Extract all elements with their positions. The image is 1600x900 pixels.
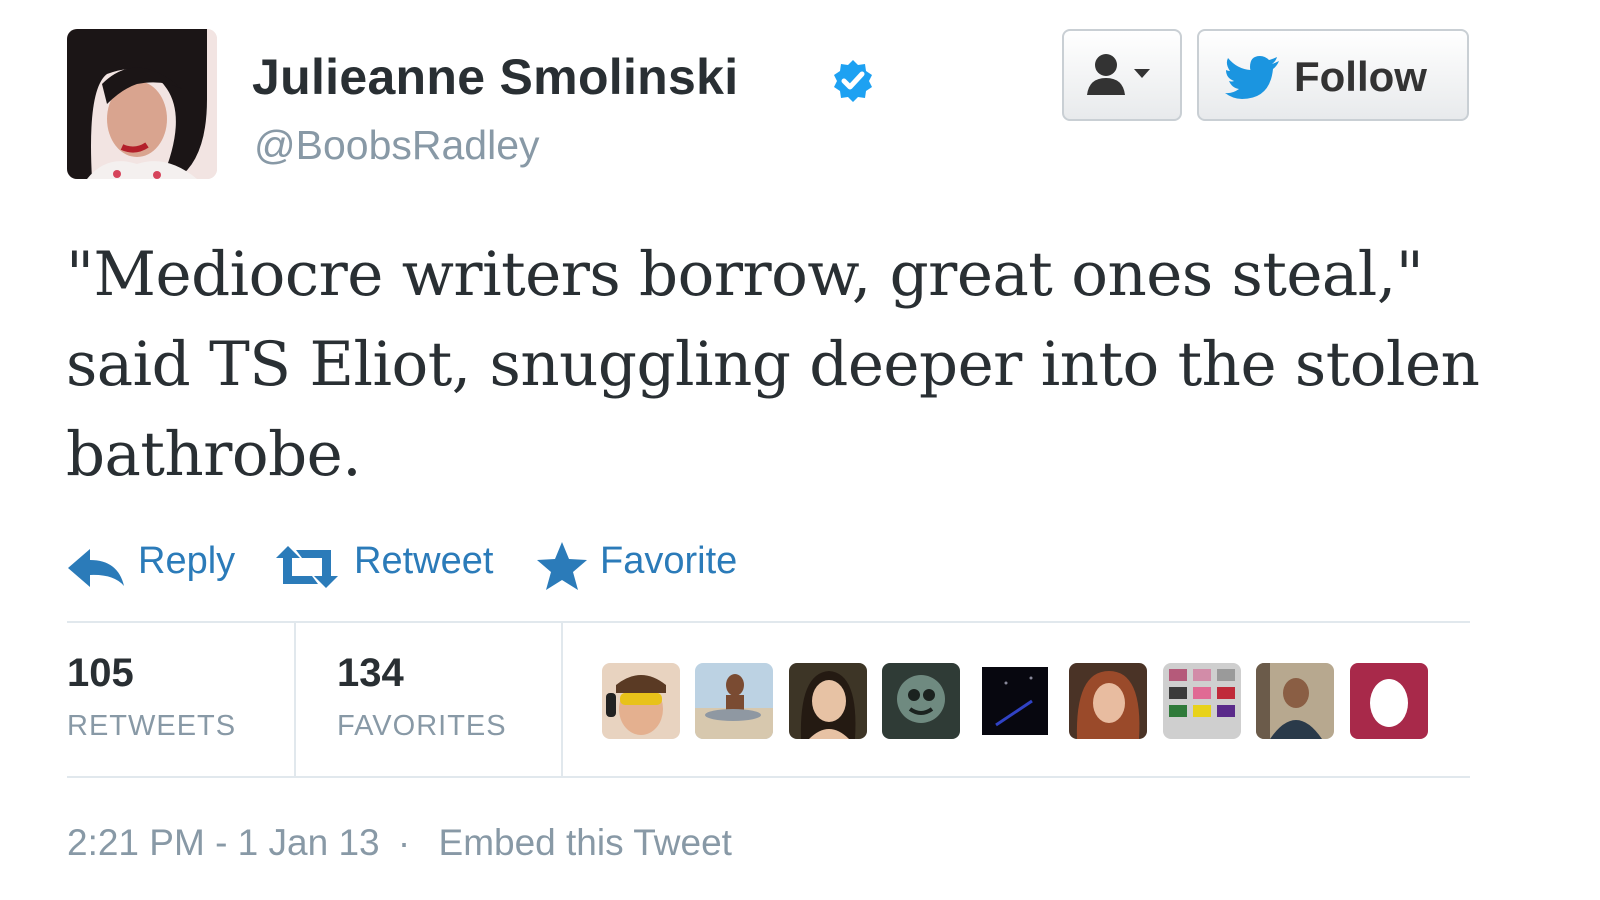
- favoriter-avatar[interactable]: [1069, 663, 1147, 739]
- follow-label: Follow: [1294, 53, 1427, 100]
- tweet-text: "Mediocre writers borrow, great ones ste…: [66, 239, 1480, 490]
- retweets-count: 105: [67, 651, 134, 695]
- favorites-count: 134: [337, 651, 404, 695]
- favorites-stat[interactable]: 134 FAVORITES: [337, 623, 559, 776]
- favoriter-avatar[interactable]: [1256, 663, 1334, 739]
- retweets-label: RETWEETS: [67, 710, 237, 742]
- tweet-timestamp[interactable]: 2:21 PM - 1 Jan 13: [67, 822, 380, 864]
- favoriter-avatar[interactable]: [695, 663, 773, 739]
- favorite-label: Favorite: [600, 540, 738, 582]
- retweet-label: Retweet: [354, 540, 494, 582]
- favoriter-avatar[interactable]: [1163, 663, 1241, 739]
- favoriter-avatar[interactable]: [976, 663, 1054, 739]
- retweet-icon: [276, 546, 338, 588]
- verified-badge-icon: [830, 58, 876, 104]
- favoriter-avatar[interactable]: [882, 663, 960, 739]
- footer-separator: ·: [397, 822, 411, 863]
- star-icon: [537, 542, 587, 590]
- favoriter-avatar[interactable]: [789, 663, 867, 739]
- favoriter-avatar[interactable]: [602, 663, 680, 739]
- user-actions-button[interactable]: [1062, 29, 1182, 121]
- stats-divider: [561, 623, 563, 776]
- embed-tweet-link[interactable]: Embed this Tweet: [439, 822, 732, 864]
- stats-divider: [294, 623, 296, 776]
- user-dropdown-icon: [1087, 54, 1150, 95]
- favoriter-avatar[interactable]: [1350, 663, 1428, 739]
- tweet-stats: 105 RETWEETS 134 FAVORITES: [67, 621, 1470, 778]
- tweet-footer: 2:21 PM - 1 Jan 13 · Embed this Tweet: [67, 822, 732, 864]
- reply-icon: [68, 549, 124, 587]
- retweets-stat[interactable]: 105 RETWEETS: [67, 623, 289, 776]
- favorites-label: FAVORITES: [337, 710, 507, 742]
- follow-button[interactable]: Follow: [1197, 29, 1469, 121]
- reply-label: Reply: [138, 540, 236, 582]
- author-avatar[interactable]: [67, 29, 217, 179]
- author-display-name[interactable]: Julieanne Smolinski: [252, 48, 738, 106]
- author-handle[interactable]: @BoobsRadley: [254, 122, 540, 169]
- twitter-bird-icon: [1225, 56, 1279, 99]
